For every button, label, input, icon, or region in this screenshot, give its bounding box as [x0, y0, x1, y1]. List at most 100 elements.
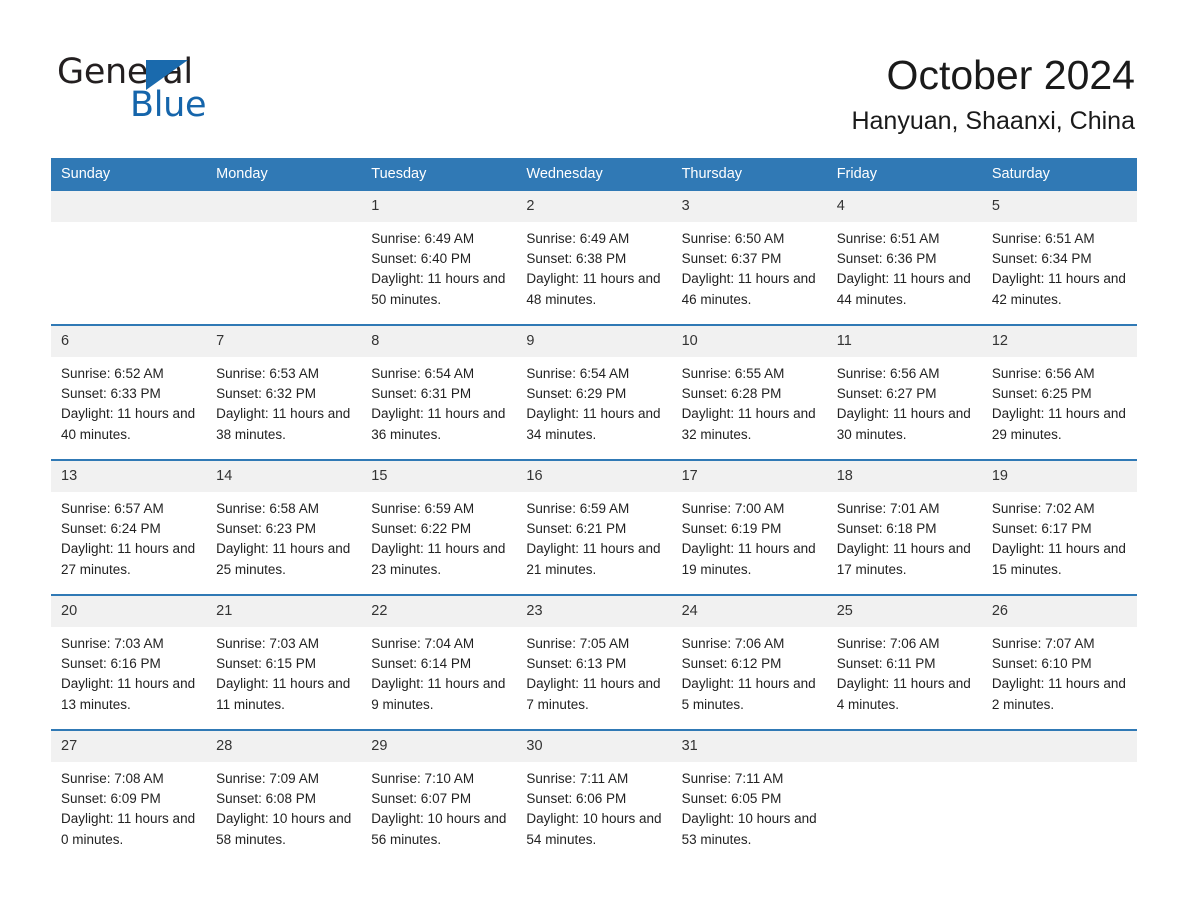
sunrise-text: Sunrise: 7:03 AM: [216, 636, 319, 651]
calendar-table: Sunday Monday Tuesday Wednesday Thursday…: [51, 158, 1137, 864]
day-number: 16: [516, 461, 672, 492]
day-details: Sunrise: 6:51 AM Sunset: 6:36 PM Daylight:…: [827, 222, 982, 310]
sunrise-text: Sunrise: 7:06 AM: [681, 636, 785, 651]
calendar-day-cell[interactable]: 17 Sunrise: 7:00 AM Sunset: 6:19 PM Dayligh…: [671, 459, 827, 595]
daylight-text: Daylight: 11 hours and 50 minutes.: [371, 271, 506, 307]
day-details: Sunrise: 7:09 AM Sunset: 6:08 PM Daylight:…: [206, 762, 361, 850]
calendar-day-cell[interactable]: 5 Sunrise: 6:51 AM Sunset: 6:34 PM Daylight…: [981, 191, 1137, 325]
day-number: 9: [516, 326, 672, 357]
sunset-text: Sunset: 6:09 PM: [61, 791, 161, 807]
sunset-text: Sunset: 6:32 PM: [216, 386, 316, 402]
day-number: 13: [51, 461, 207, 492]
calendar-day-cell[interactable]: 26 Sunrise: 7:07 AM Sunset: 6:10 PM Dayligh…: [981, 594, 1137, 730]
day-details: Sunrise: 6:53 AM Sunset: 6:32 PM Daylight:…: [206, 357, 361, 445]
sunset-text: Sunset: 6:22 PM: [371, 521, 472, 537]
calendar-day-cell[interactable]: 22 Sunrise: 7:04 AM Sunset: 6:14 PM Dayligh…: [361, 594, 517, 730]
day-details: Sunrise: 7:01 AM Sunset: 6:18 PM Daylight:…: [827, 492, 982, 580]
sunrise-text: Sunrise: 6:58 AM: [216, 501, 319, 516]
calendar-day-cell[interactable]: 16 Sunrise: 6:59 AM Sunset: 6:21 PM Dayligh…: [516, 459, 672, 595]
weekday-header-wednesday: Wednesday: [516, 158, 672, 191]
calendar-day-cell[interactable]: 28 Sunrise: 7:09 AM Sunset: 6:08 PM Dayligh…: [206, 729, 362, 864]
calendar-day-cell[interactable]: 6 Sunrise: 6:52 AM Sunset: 6:33 PM Daylight…: [51, 324, 207, 460]
day-number: 6: [51, 326, 207, 357]
day-number: [51, 191, 207, 222]
daylight-text: Daylight: 11 hours and 30 minutes.: [836, 406, 971, 442]
calendar-day-cell[interactable]: 25 Sunrise: 7:06 AM Sunset: 6:11 PM Dayligh…: [826, 594, 982, 730]
daylight-text: Daylight: 11 hours and 11 minutes.: [216, 676, 351, 712]
sunset-text: Sunset: 6:37 PM: [681, 251, 782, 267]
calendar-day-cell[interactable]: 29 Sunrise: 7:10 AM Sunset: 6:07 PM Dayligh…: [361, 729, 517, 864]
calendar-day-cell[interactable]: 15 Sunrise: 6:59 AM Sunset: 6:22 PM Dayligh…: [361, 459, 517, 595]
sunrise-text: Sunrise: 6:57 AM: [61, 501, 164, 516]
sunset-text: Sunset: 6:36 PM: [836, 251, 937, 267]
sunset-text: Sunset: 6:10 PM: [991, 656, 1092, 672]
calendar-day-cell[interactable]: 2 Sunrise: 6:49 AM Sunset: 6:38 PM Daylight…: [516, 191, 672, 325]
calendar-day-cell[interactable]: 10 Sunrise: 6:55 AM Sunset: 6:28 PM Dayligh…: [671, 324, 827, 460]
daylight-text: Daylight: 11 hours and 40 minutes.: [61, 406, 196, 442]
day-details: Sunrise: 6:57 AM Sunset: 6:24 PM Daylight:…: [51, 492, 206, 580]
day-number: 2: [516, 191, 672, 222]
day-number: 15: [361, 461, 517, 492]
sunset-text: Sunset: 6:34 PM: [991, 251, 1092, 267]
calendar-day-cell[interactable]: 14 Sunrise: 6:58 AM Sunset: 6:23 PM Dayligh…: [206, 459, 362, 595]
daylight-text: Daylight: 11 hours and 7 minutes.: [526, 676, 661, 712]
calendar-day-cell[interactable]: 1 Sunrise: 6:49 AM Sunset: 6:40 PM Daylight…: [361, 191, 517, 325]
daylight-text: Daylight: 11 hours and 23 minutes.: [371, 541, 506, 577]
day-number: 20: [51, 596, 207, 627]
sunrise-text: Sunrise: 6:49 AM: [371, 231, 475, 246]
sunrise-text: Sunrise: 7:11 AM: [681, 771, 784, 786]
calendar-day-cell[interactable]: 9 Sunrise: 6:54 AM Sunset: 6:29 PM Daylight…: [516, 324, 672, 460]
calendar-day-cell[interactable]: 20 Sunrise: 7:03 AM Sunset: 6:16 PM Dayligh…: [51, 594, 207, 730]
general-blue-logo[interactable]: General Blue: [57, 52, 357, 127]
calendar-day-cell-empty: [206, 191, 362, 325]
daylight-text: Daylight: 11 hours and 5 minutes.: [681, 676, 816, 712]
sunset-text: Sunset: 6:05 PM: [681, 791, 782, 807]
calendar-day-cell[interactable]: 4 Sunrise: 6:51 AM Sunset: 6:36 PM Daylight…: [826, 191, 982, 325]
sunrise-text: Sunrise: 7:07 AM: [991, 636, 1095, 651]
day-details: Sunrise: 7:03 AM Sunset: 6:15 PM Daylight:…: [206, 627, 361, 715]
daylight-text: Daylight: 11 hours and 17 minutes.: [836, 541, 971, 577]
day-details: Sunrise: 7:10 AM Sunset: 6:07 PM Daylight:…: [361, 762, 516, 850]
calendar-day-cell[interactable]: 21 Sunrise: 7:03 AM Sunset: 6:15 PM Dayligh…: [206, 594, 362, 730]
calendar-day-cell[interactable]: 8 Sunrise: 6:54 AM Sunset: 6:31 PM Daylight…: [361, 324, 517, 460]
sunset-text: Sunset: 6:23 PM: [216, 521, 316, 537]
sunset-text: Sunset: 6:29 PM: [526, 386, 627, 402]
calendar-day-cell-empty: [981, 729, 1137, 864]
sunset-text: Sunset: 6:12 PM: [681, 656, 782, 672]
day-details: Sunrise: 7:02 AM Sunset: 6:17 PM Daylight:…: [982, 492, 1137, 580]
calendar-day-cell[interactable]: 23 Sunrise: 7:05 AM Sunset: 6:13 PM Dayligh…: [516, 594, 672, 730]
calendar-day-cell[interactable]: 12 Sunrise: 6:56 AM Sunset: 6:25 PM Dayligh…: [981, 324, 1137, 460]
daylight-text: Daylight: 11 hours and 2 minutes.: [991, 676, 1126, 712]
calendar-day-cell[interactable]: 11 Sunrise: 6:56 AM Sunset: 6:27 PM Dayligh…: [826, 324, 982, 460]
calendar-day-cell[interactable]: 31 Sunrise: 7:11 AM Sunset: 6:05 PM Dayligh…: [671, 729, 827, 864]
daylight-text: Daylight: 10 hours and 56 minutes.: [371, 811, 507, 847]
day-number: 8: [361, 326, 517, 357]
calendar-day-cell[interactable]: 18 Sunrise: 7:01 AM Sunset: 6:18 PM Dayligh…: [826, 459, 982, 595]
calendar-day-cell[interactable]: 3 Sunrise: 6:50 AM Sunset: 6:37 PM Daylight…: [671, 191, 827, 325]
sunrise-text: Sunrise: 6:51 AM: [991, 231, 1095, 246]
calendar-day-cell[interactable]: 30 Sunrise: 7:11 AM Sunset: 6:06 PM Dayligh…: [516, 729, 672, 864]
weekday-header-saturday: Saturday: [981, 158, 1137, 191]
day-number: 29: [361, 731, 517, 762]
calendar-day-cell[interactable]: 27 Sunrise: 7:08 AM Sunset: 6:09 PM Dayligh…: [51, 729, 207, 864]
calendar-day-cell[interactable]: 24 Sunrise: 7:06 AM Sunset: 6:12 PM Dayligh…: [671, 594, 827, 730]
daylight-text: Daylight: 10 hours and 58 minutes.: [216, 811, 352, 847]
day-number: 19: [981, 461, 1137, 492]
day-details: Sunrise: 6:58 AM Sunset: 6:23 PM Daylight:…: [206, 492, 361, 580]
calendar-page: General Blue October 2024 Hanyuan, Shaan…: [0, 0, 1188, 918]
day-number: 24: [671, 596, 827, 627]
location-subtitle: Hanyuan, Shaanxi, China: [851, 107, 1135, 135]
day-details: Sunrise: 7:05 AM Sunset: 6:13 PM Daylight:…: [516, 627, 671, 715]
day-number: [826, 731, 982, 762]
day-number: [206, 191, 362, 222]
sunrise-text: Sunrise: 7:06 AM: [836, 636, 940, 651]
sunrise-text: Sunrise: 6:54 AM: [526, 366, 630, 381]
day-details: Sunrise: 6:54 AM Sunset: 6:31 PM Daylight:…: [361, 357, 516, 445]
daylight-text: Daylight: 10 hours and 53 minutes.: [681, 811, 817, 847]
calendar-day-cell[interactable]: 7 Sunrise: 6:53 AM Sunset: 6:32 PM Daylight…: [206, 324, 362, 460]
sunset-text: Sunset: 6:31 PM: [371, 386, 472, 402]
sunset-text: Sunset: 6:18 PM: [836, 521, 937, 537]
page-title: October 2024: [886, 52, 1135, 98]
calendar-day-cell[interactable]: 13 Sunrise: 6:57 AM Sunset: 6:24 PM Dayligh…: [51, 459, 207, 595]
calendar-day-cell[interactable]: 19 Sunrise: 7:02 AM Sunset: 6:17 PM Dayligh…: [981, 459, 1137, 595]
